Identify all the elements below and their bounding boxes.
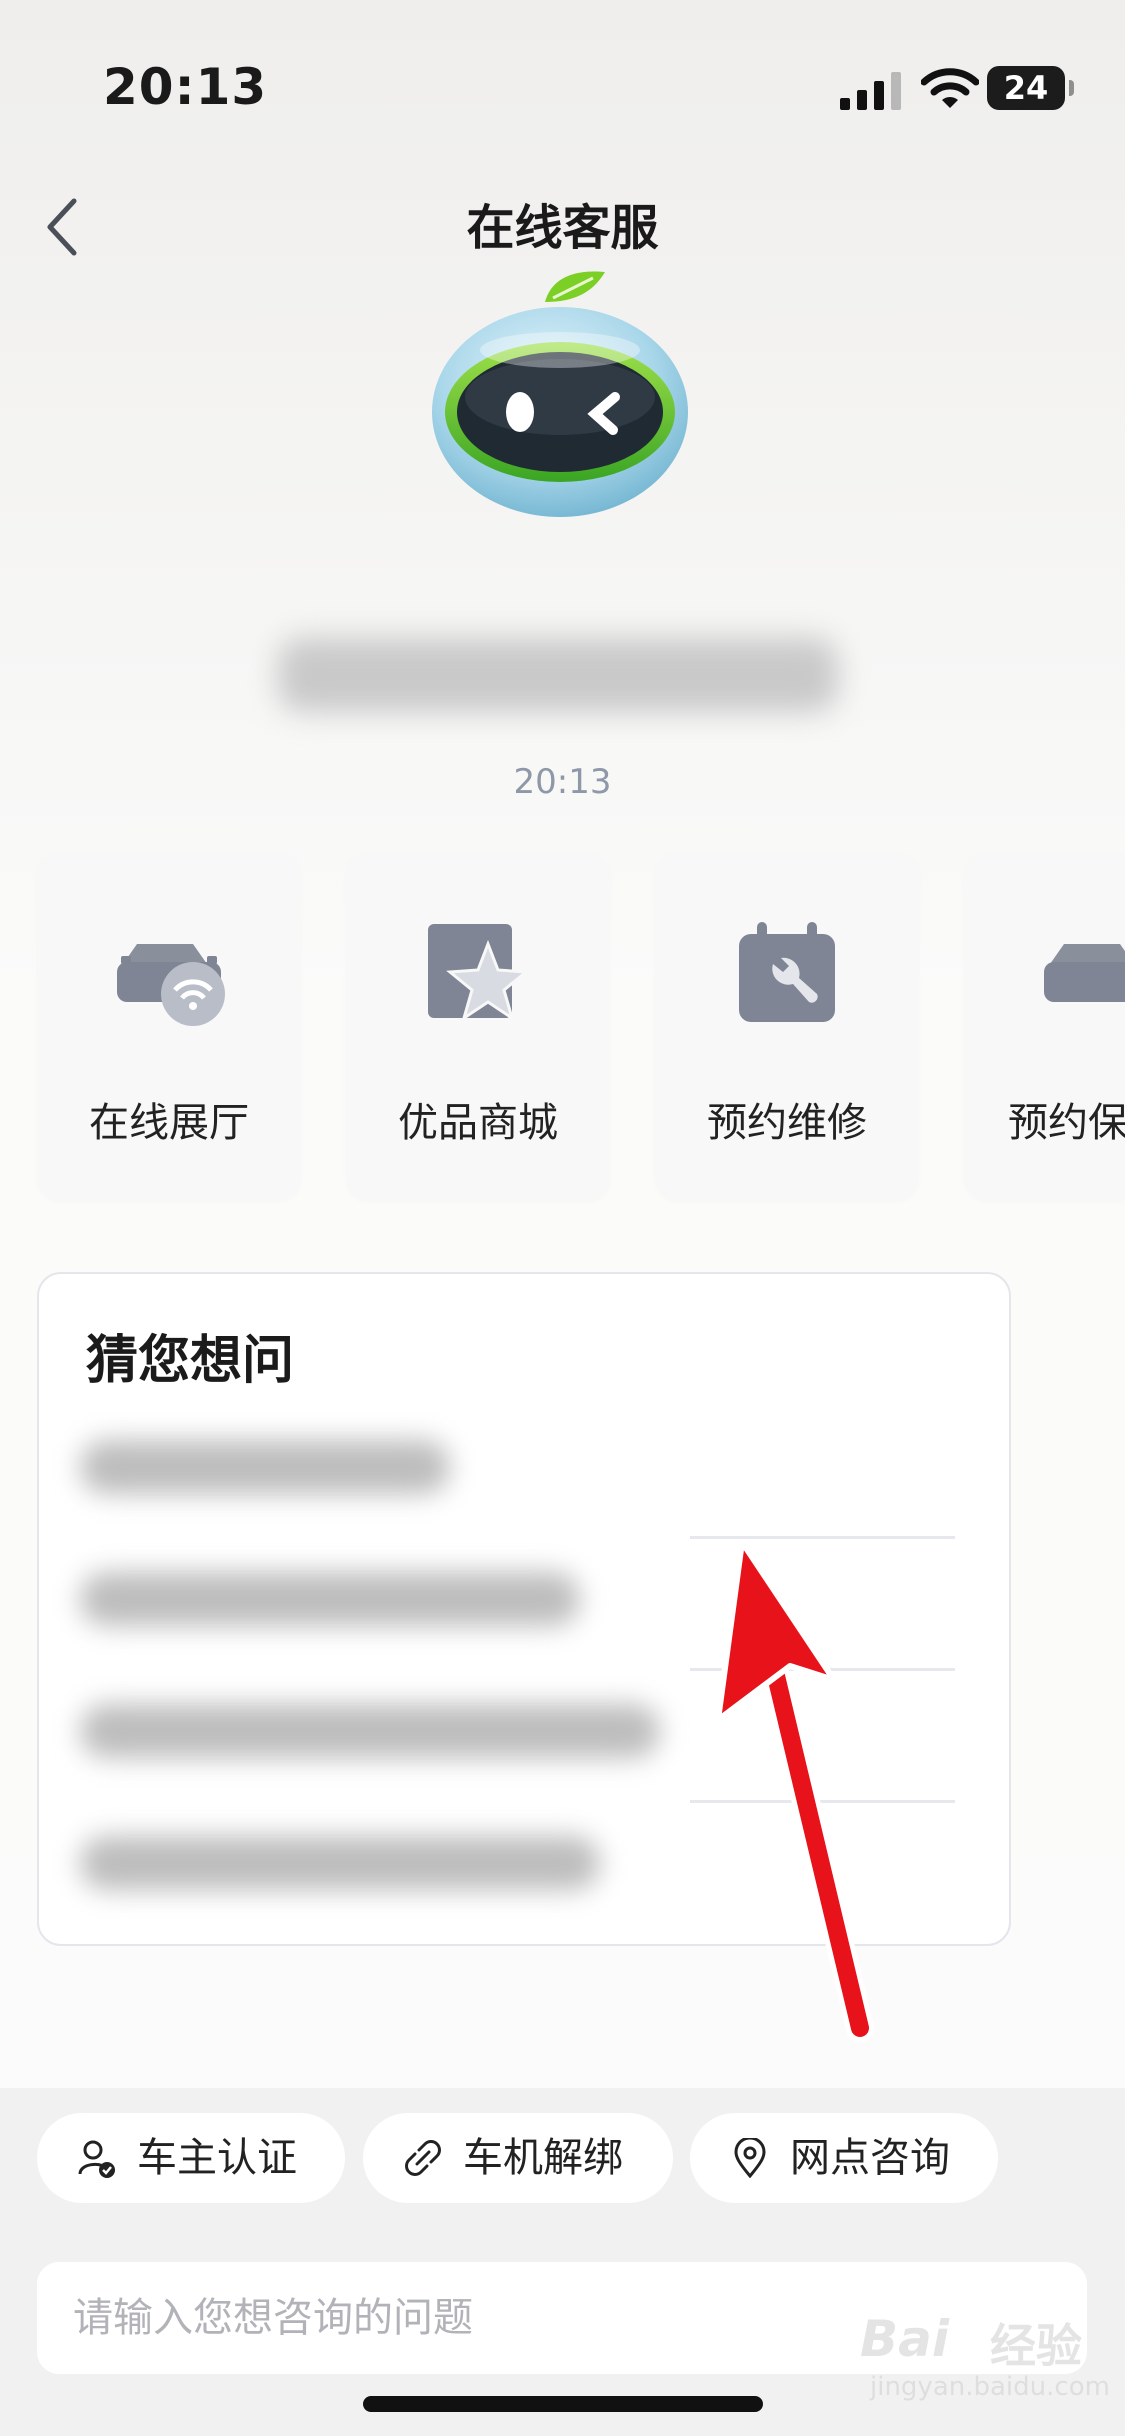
service-label: 预约保 xyxy=(1008,1100,1125,1146)
chip-owner-verification[interactable]: 车主认证 xyxy=(37,2113,345,2203)
service-label: 预约维修 xyxy=(707,1100,867,1146)
baidu-jingyan-watermark: Bai 经验 jingyan.baidu.com xyxy=(860,2310,1110,2402)
suggested-question-item[interactable] xyxy=(80,1440,450,1494)
chip-dealer-inquiry[interactable]: 网点咨询 xyxy=(690,2113,998,2203)
car-icon xyxy=(1044,944,1125,1002)
home-indicator[interactable] xyxy=(363,2396,763,2412)
robot-mascot-avatar xyxy=(432,271,688,517)
input-placeholder: 请输入您想咨询的问题 xyxy=(73,2295,473,2341)
page-title: 在线客服 xyxy=(466,200,659,256)
calendar-wrench-icon xyxy=(739,922,835,1022)
suggested-question-item[interactable] xyxy=(80,1836,600,1890)
cellular-signal-icon xyxy=(840,72,901,110)
service-card-maintenance-booking[interactable]: 预约保 xyxy=(964,852,1125,1200)
chip-label: 车主认证 xyxy=(137,2135,297,2181)
service-card-online-showroom[interactable]: 在线展厅 xyxy=(37,852,301,1200)
chip-label: 车机解绑 xyxy=(463,2135,623,2181)
star-card-icon xyxy=(428,924,530,1022)
battery-level: 24 xyxy=(1003,69,1049,107)
user-verified-icon xyxy=(78,2140,115,2178)
status-time: 20:13 xyxy=(103,58,268,116)
service-card-repair-booking[interactable]: 预约维修 xyxy=(655,852,919,1200)
red-arrow-annotation xyxy=(715,1539,874,2042)
wifi-icon xyxy=(921,68,979,108)
service-label: 在线展厅 xyxy=(89,1100,249,1146)
blurred-greeting-message xyxy=(278,638,838,712)
battery-icon: 24 xyxy=(987,66,1074,110)
suggested-question-item[interactable] xyxy=(80,1572,580,1626)
location-pin-icon xyxy=(734,2138,766,2178)
message-timestamp: 20:13 xyxy=(513,762,612,802)
unlink-icon xyxy=(405,2140,441,2176)
suggested-questions-title: 猜您想问 xyxy=(86,1331,295,1391)
service-card-mall[interactable]: 优品商城 xyxy=(346,852,610,1200)
car-wifi-icon xyxy=(117,944,225,1026)
chip-unbind-vehicle[interactable]: 车机解绑 xyxy=(363,2113,673,2203)
chip-label: 网点咨询 xyxy=(790,2135,950,2181)
service-label: 优品商城 xyxy=(398,1100,558,1146)
suggested-question-item[interactable] xyxy=(80,1704,660,1758)
